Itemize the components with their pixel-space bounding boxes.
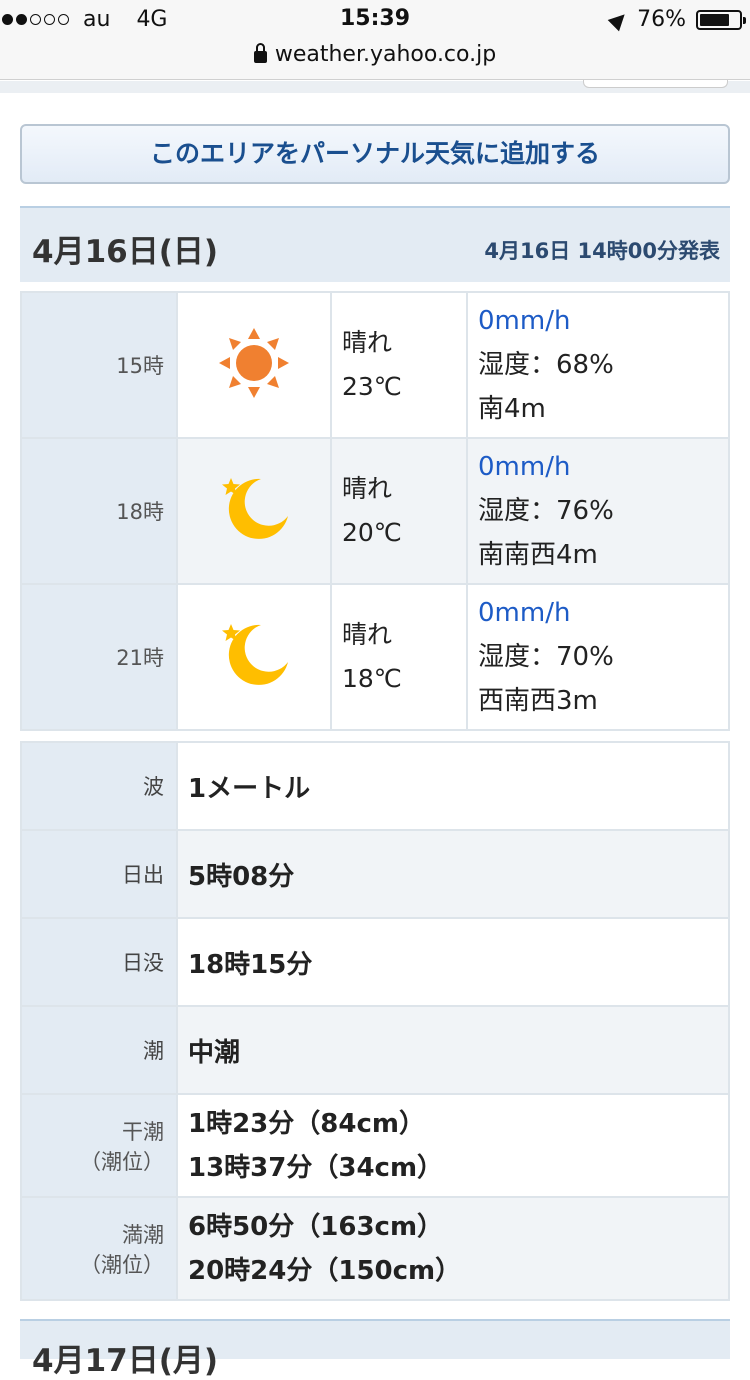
forecast-hour: 18時: [20, 437, 178, 585]
battery-percent: 76%: [637, 7, 686, 32]
wind: 南4m: [478, 394, 546, 424]
high-tide-sub: （潮位）: [80, 1252, 164, 1277]
sunrise-label: 日出: [20, 829, 178, 919]
high-tide-label: 満潮: [122, 1222, 164, 1247]
forecast-row: 18時 晴れ 20℃ 0mm/h 湿度：76% 南南西4m: [20, 437, 730, 585]
weather-text: 晴れ: [342, 328, 393, 357]
day-header: 4月16日(日) 4月16日 14時00分発表: [20, 206, 730, 282]
wave-value: 1メートル: [176, 741, 730, 831]
temperature: 23℃: [342, 372, 402, 401]
sunset-value: 18時15分: [176, 917, 730, 1007]
forecast-hour: 21時: [20, 583, 178, 731]
sunset-label: 日没: [20, 917, 178, 1007]
sunrise-value: 5時08分: [176, 829, 730, 919]
precipitation: 0mm/h: [478, 598, 571, 628]
forecast-hour: 15時: [20, 291, 178, 439]
hourly-forecast-table: 15時 晴れ 23℃ 0mm/h 湿度：68% 南4m 18時 晴れ 20℃ 0…: [20, 291, 730, 731]
humidity: 湿度：68%: [478, 350, 614, 380]
info-row-sunrise: 日出 5時08分: [20, 829, 730, 919]
precipitation: 0mm/h: [478, 452, 571, 482]
humidity: 湿度：76%: [478, 496, 614, 526]
tide-value: 中潮: [176, 1005, 730, 1095]
wind: 西南西3m: [478, 686, 598, 716]
weather-text: 晴れ: [342, 620, 393, 649]
status-bar: au 4G 15:39 76%: [0, 0, 750, 40]
precipitation: 0mm/h: [478, 306, 571, 336]
info-row-wave: 波 1メートル: [20, 741, 730, 831]
sea-sun-info-table: 波 1メートル 日出 5時08分 日没 18時15分 潮 中潮 干潮 （潮位）: [20, 741, 730, 1301]
location-arrow-icon: [607, 8, 631, 31]
humidity: 湿度：70%: [478, 642, 614, 672]
url-bar[interactable]: weather.yahoo.co.jp: [0, 40, 750, 80]
wave-label: 波: [20, 741, 178, 831]
lock-icon: [253, 42, 267, 63]
announce-time: 4月16日 14時00分発表: [484, 239, 720, 263]
add-personal-weather-button[interactable]: このエリアをパーソナル天気に追加する: [20, 124, 730, 184]
battery-icon: [696, 9, 746, 30]
weather-text: 晴れ: [342, 474, 393, 503]
url-text[interactable]: weather.yahoo.co.jp: [275, 42, 496, 67]
day-date: 4月16日(日): [32, 234, 219, 270]
page-content: このエリアをパーソナル天気に追加する 4月16日(日) 4月16日 14時00分…: [0, 81, 750, 1379]
low-tide-1: 1時23分（84cm）: [188, 1108, 425, 1139]
info-row-sunset: 日没 18時15分: [20, 917, 730, 1007]
moon-icon: [222, 624, 288, 685]
temperature: 18℃: [342, 664, 402, 693]
wind: 南南西4m: [478, 540, 598, 570]
low-tide-label: 干潮: [122, 1119, 164, 1144]
high-tide-1: 6時50分（163cm）: [188, 1211, 444, 1242]
info-row-tide: 潮 中潮: [20, 1005, 730, 1095]
sun-icon: [219, 328, 289, 398]
tide-label: 潮: [20, 1005, 178, 1095]
next-day-date: 4月17日(月): [32, 1343, 219, 1379]
info-row-high-tide: 満潮 （潮位） 6時50分（163cm） 20時24分（150cm）: [20, 1196, 730, 1301]
tab-edge: [583, 80, 728, 88]
forecast-row: 15時 晴れ 23℃ 0mm/h 湿度：68% 南4m: [20, 291, 730, 439]
low-tide-sub: （潮位）: [80, 1149, 164, 1174]
moon-icon: [222, 478, 288, 539]
low-tide-2: 13時37分（34cm）: [188, 1152, 444, 1183]
info-row-low-tide: 干潮 （潮位） 1時23分（84cm） 13時37分（34cm）: [20, 1093, 730, 1198]
next-day-header: 4月17日(月): [20, 1319, 730, 1379]
temperature: 20℃: [342, 518, 402, 547]
forecast-row: 21時 晴れ 18℃ 0mm/h 湿度：70% 西南西3m: [20, 583, 730, 731]
high-tide-2: 20時24分（150cm）: [188, 1255, 462, 1286]
